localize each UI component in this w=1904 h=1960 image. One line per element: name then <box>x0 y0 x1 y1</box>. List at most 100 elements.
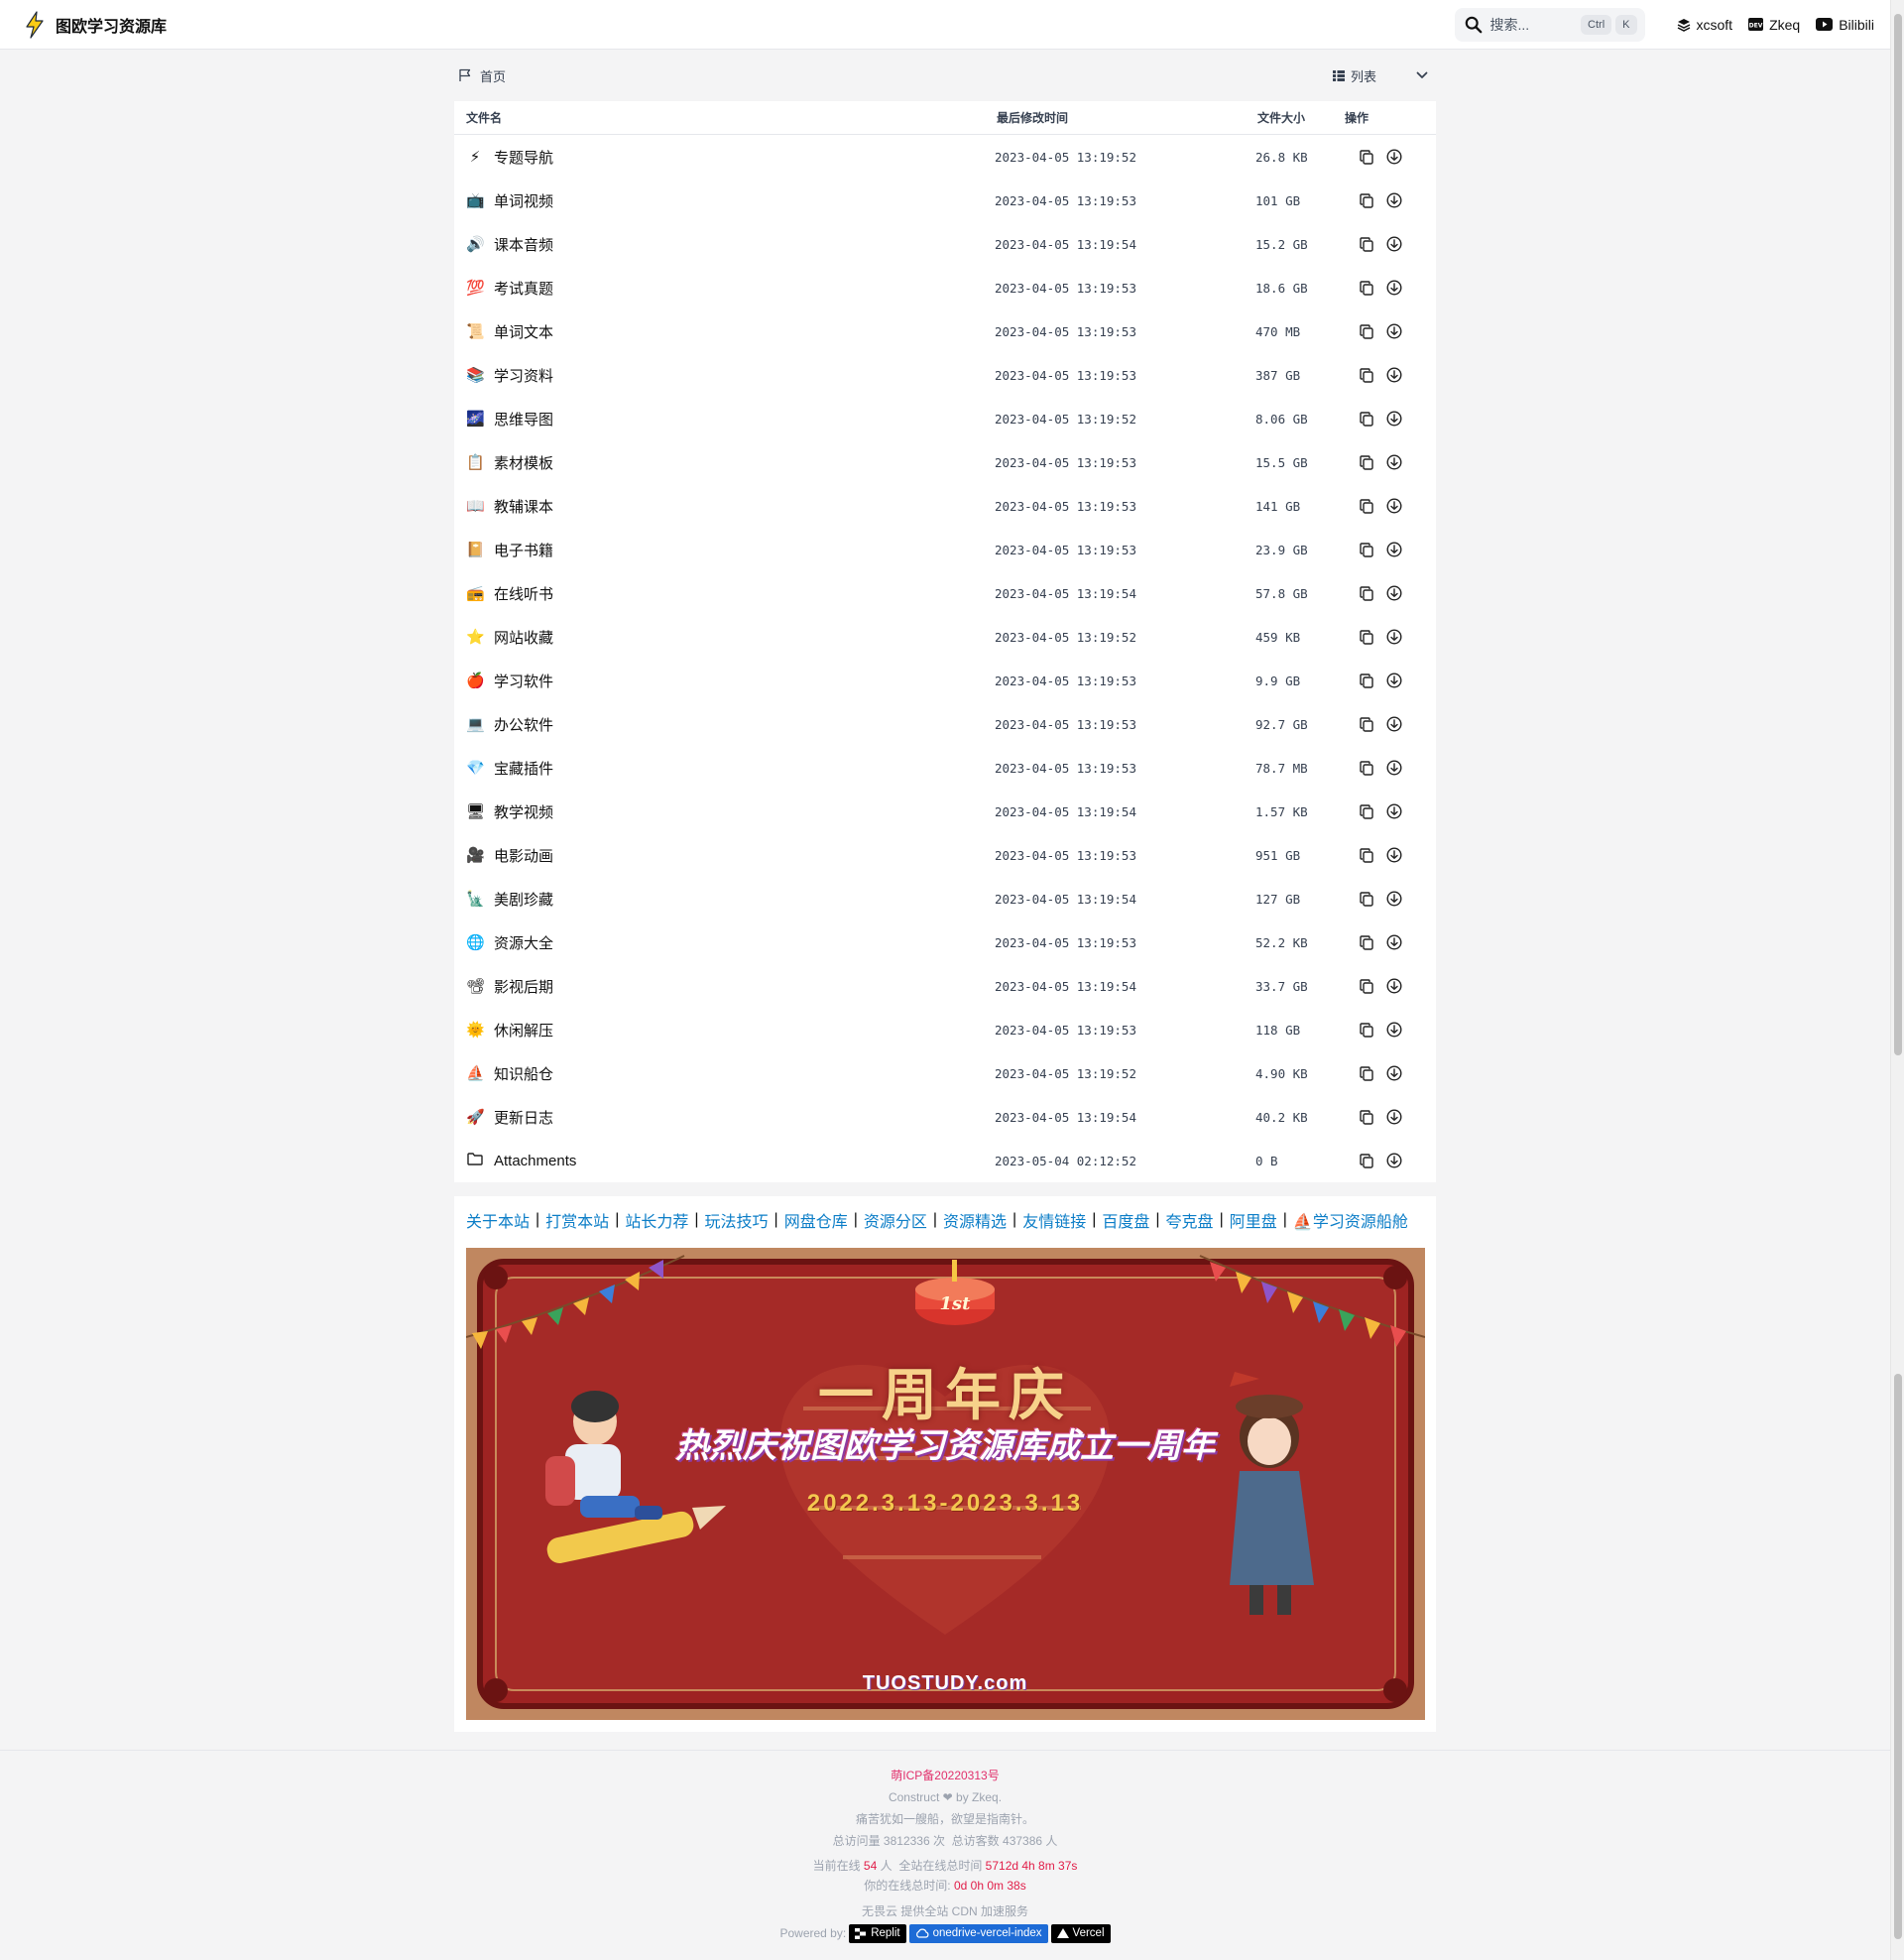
file-name[interactable]: 学习资料 <box>494 365 553 386</box>
file-name[interactable]: 网站收藏 <box>494 627 553 648</box>
table-row[interactable]: 🚀 更新日志 2023-04-05 13:19:54 40.2 KB <box>454 1095 1436 1139</box>
column-header-name[interactable]: 文件名 <box>466 109 502 126</box>
readme-link[interactable]: ⛵学习资源船舱 <box>1293 1208 1408 1232</box>
copy-link-icon[interactable] <box>1357 1063 1376 1083</box>
copy-link-icon[interactable] <box>1357 190 1376 210</box>
readme-link[interactable]: 玩法技巧 <box>705 1208 769 1232</box>
file-name[interactable]: 学习软件 <box>494 671 553 691</box>
readme-link[interactable]: 阿里盘 <box>1230 1208 1277 1232</box>
file-name[interactable]: 教辅课本 <box>494 496 553 517</box>
table-row[interactable]: 📜 单词文本 2023-04-05 13:19:53 470 MB <box>454 309 1436 353</box>
file-name-cell[interactable]: ⭐ 网站收藏 <box>466 627 553 648</box>
copy-link-icon[interactable] <box>1357 932 1376 952</box>
file-name[interactable]: 宝藏插件 <box>494 758 553 779</box>
file-name[interactable]: 教学视频 <box>494 801 553 822</box>
file-name[interactable]: 办公软件 <box>494 714 553 735</box>
file-name-cell[interactable]: ⚡ 专题导航 <box>466 147 553 168</box>
download-icon[interactable] <box>1384 932 1404 952</box>
file-name-cell[interactable]: 🗽 美剧珍藏 <box>466 889 553 910</box>
download-icon[interactable] <box>1384 583 1404 603</box>
download-icon[interactable] <box>1384 540 1404 559</box>
file-name[interactable]: 电影动画 <box>494 845 553 866</box>
file-name[interactable]: 素材模板 <box>494 452 553 473</box>
copy-link-icon[interactable] <box>1357 758 1376 778</box>
file-name[interactable]: 更新日志 <box>494 1107 553 1128</box>
download-icon[interactable] <box>1384 409 1404 429</box>
copy-link-icon[interactable] <box>1357 321 1376 341</box>
download-icon[interactable] <box>1384 190 1404 210</box>
download-icon[interactable] <box>1384 1107 1404 1127</box>
file-name[interactable]: 资源大全 <box>494 932 553 953</box>
file-name-cell[interactable]: 🌌 思维导图 <box>466 409 553 429</box>
file-name[interactable]: 休闲解压 <box>494 1020 553 1041</box>
copy-link-icon[interactable] <box>1357 365 1376 385</box>
copy-link-icon[interactable] <box>1357 627 1376 647</box>
copy-link-icon[interactable] <box>1357 583 1376 603</box>
copy-link-icon[interactable] <box>1357 234 1376 254</box>
file-name-cell[interactable]: 📜 单词文本 <box>466 321 553 342</box>
table-row[interactable]: ⭐ 网站收藏 2023-04-05 13:19:52 459 KB <box>454 615 1436 659</box>
download-icon[interactable] <box>1384 234 1404 254</box>
scrollbar-thumb[interactable] <box>1894 14 1902 1055</box>
readme-link[interactable]: 站长力荐 <box>625 1208 688 1232</box>
file-name-cell[interactable]: 🎥 电影动画 <box>466 845 553 866</box>
table-row[interactable]: 📺 单词视频 2023-04-05 13:19:53 101 GB <box>454 179 1436 222</box>
file-name[interactable]: 专题导航 <box>494 147 553 168</box>
search-box[interactable]: 搜索... Ctrl K <box>1454 7 1645 42</box>
download-icon[interactable] <box>1384 365 1404 385</box>
readme-link[interactable]: 资源精选 <box>943 1208 1007 1232</box>
scrollbar-thumb-lower[interactable] <box>1894 1374 1902 1939</box>
table-row[interactable]: 📋 素材模板 2023-04-05 13:19:53 15.5 GB <box>454 440 1436 484</box>
table-row[interactable]: ⚡ 专题导航 2023-04-05 13:19:52 26.8 KB <box>454 135 1436 179</box>
readme-link[interactable]: 网盘仓库 <box>784 1208 848 1232</box>
table-row[interactable]: 🔊 课本音频 2023-04-05 13:19:54 15.2 GB <box>454 222 1436 266</box>
file-name-cell[interactable]: 📚 学习资料 <box>466 365 553 386</box>
file-name[interactable]: 在线听书 <box>494 583 553 604</box>
download-icon[interactable] <box>1384 976 1404 996</box>
copy-link-icon[interactable] <box>1357 801 1376 821</box>
table-row[interactable]: 🌐 资源大全 2023-04-05 13:19:53 52.2 KB <box>454 920 1436 964</box>
download-icon[interactable] <box>1384 1063 1404 1083</box>
file-name-cell[interactable]: 🚀 更新日志 <box>466 1107 553 1128</box>
badge-vercel[interactable]: Vercel <box>1050 1923 1111 1943</box>
table-row[interactable]: 📔 电子书籍 2023-04-05 13:19:53 23.9 GB <box>454 528 1436 571</box>
file-name-cell[interactable]: 📻 在线听书 <box>466 583 553 604</box>
column-header-modified[interactable]: 最后修改时间 <box>997 109 1068 126</box>
vertical-scrollbar[interactable] <box>1890 0 1904 1960</box>
table-row[interactable]: 🌞 休闲解压 2023-04-05 13:19:53 118 GB <box>454 1008 1436 1051</box>
readme-link[interactable]: 关于本站 <box>466 1208 530 1232</box>
nav-link-bilibili[interactable]: Bilibili <box>1816 17 1874 33</box>
download-icon[interactable] <box>1384 452 1404 472</box>
file-name-cell[interactable]: 📋 素材模板 <box>466 452 553 473</box>
copy-link-icon[interactable] <box>1357 496 1376 516</box>
download-icon[interactable] <box>1384 845 1404 865</box>
badge-onedrive-vercel-index[interactable]: onedrive-vercel-index <box>908 1923 1048 1943</box>
nav-link-zkeq[interactable]: DEV Zkeq <box>1748 17 1800 33</box>
badge-replit[interactable]: Replit <box>849 1923 906 1943</box>
file-name[interactable]: 思维导图 <box>494 409 553 429</box>
file-name-cell[interactable]: 🍎 学习软件 <box>466 671 553 691</box>
table-row[interactable]: ⛵ 知识船仓 2023-04-05 13:19:52 4.90 KB <box>454 1051 1436 1095</box>
breadcrumb-home[interactable]: 首页 <box>480 66 506 85</box>
table-row[interactable]: 🌌 思维导图 2023-04-05 13:19:52 8.06 GB <box>454 397 1436 440</box>
download-icon[interactable] <box>1384 1020 1404 1040</box>
download-icon[interactable] <box>1384 714 1404 734</box>
download-icon[interactable] <box>1384 321 1404 341</box>
table-row[interactable]: 🎥 电影动画 2023-04-05 13:19:53 951 GB <box>454 833 1436 877</box>
file-name-cell[interactable]: 🔊 课本音频 <box>466 234 553 255</box>
file-name-cell[interactable]: 📔 电子书籍 <box>466 540 553 560</box>
download-icon[interactable] <box>1384 889 1404 909</box>
table-row[interactable]: 🗽 美剧珍藏 2023-04-05 13:19:54 127 GB <box>454 877 1436 920</box>
readme-link[interactable]: 百度盘 <box>1102 1208 1149 1232</box>
file-name[interactable]: 课本音频 <box>494 234 553 255</box>
table-row[interactable]: 🖥 教学视频 2023-04-05 13:19:54 1.57 KB <box>454 790 1436 833</box>
copy-link-icon[interactable] <box>1357 671 1376 690</box>
breadcrumb[interactable]: 首页 <box>458 66 506 85</box>
download-icon[interactable] <box>1384 496 1404 516</box>
table-row[interactable]: 📽 影视后期 2023-04-05 13:19:54 33.7 GB <box>454 964 1436 1008</box>
download-icon[interactable] <box>1384 758 1404 778</box>
copy-link-icon[interactable] <box>1357 1107 1376 1127</box>
copy-link-icon[interactable] <box>1357 278 1376 298</box>
table-row[interactable]: 📻 在线听书 2023-04-05 13:19:54 57.8 GB <box>454 571 1436 615</box>
file-name-cell[interactable]: 💯 考试真题 <box>466 278 553 299</box>
